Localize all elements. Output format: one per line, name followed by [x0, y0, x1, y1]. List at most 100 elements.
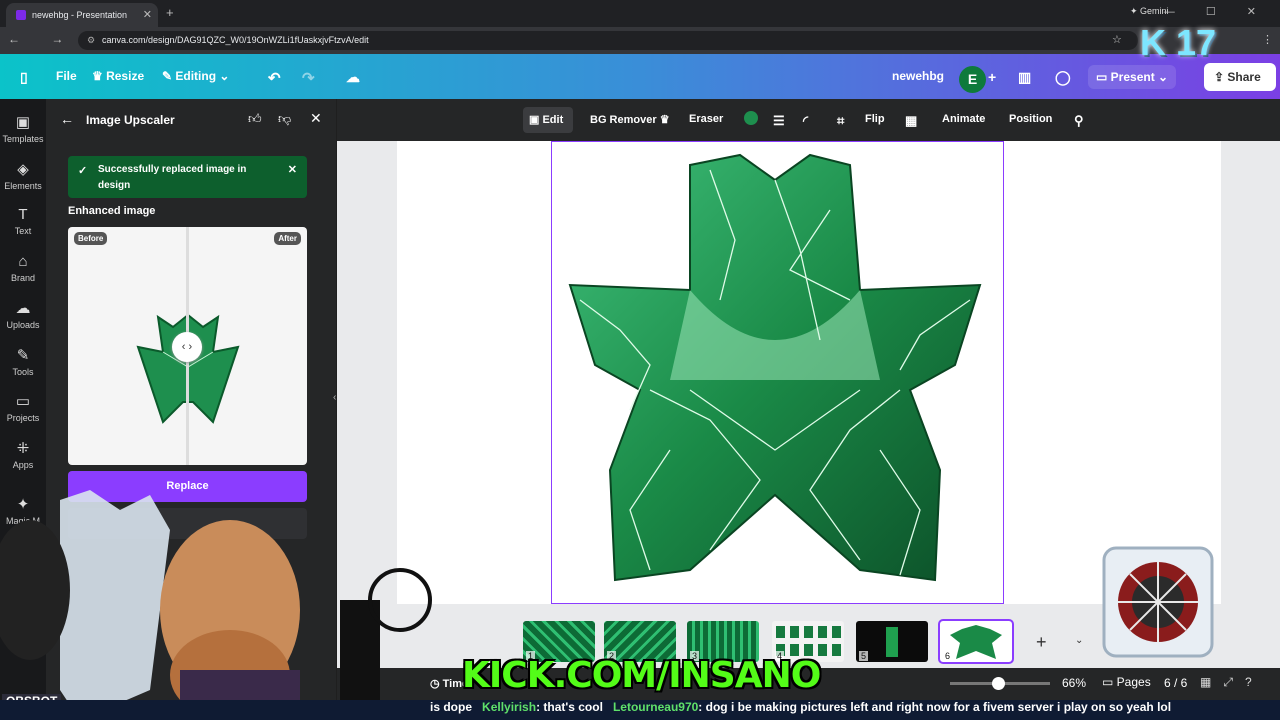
flip-button[interactable]: Flip [865, 113, 885, 125]
paint-format-icon[interactable]: ⚲ [1074, 113, 1084, 129]
thumbs-up-icon[interactable]: 👍︎ [248, 111, 262, 127]
text-icon: T [18, 206, 28, 223]
context-toolbar: ▣ Edit BG Remover ♛ Eraser ☰ ◜ ⌗ Flip ▦ … [337, 99, 1280, 141]
enhanced-image-label: Enhanced image [68, 205, 156, 217]
thumbnail-page-selected[interactable]: 6 [938, 619, 1014, 664]
selection-outline [551, 141, 1004, 604]
editing-mode-dropdown[interactable]: ✎ Editing ⌄ [162, 69, 229, 83]
page-count: 6 / 6 [1164, 676, 1188, 690]
rail-label: Text [14, 226, 32, 236]
tab-close-icon[interactable]: ✕ [143, 8, 152, 21]
close-panel-icon[interactable]: ✕ [310, 110, 322, 127]
resize-label: Resize [106, 69, 145, 83]
add-page-button[interactable]: + [1036, 632, 1047, 653]
canva-top-bar: ▯ File ♛ Resize ✎ Editing ⌄ ↶ ↷ ☁ newehb… [0, 54, 1280, 99]
color-swatch[interactable] [744, 111, 758, 125]
tab-title: newehbg - Presentation [32, 10, 128, 20]
editing-label: Editing [175, 69, 217, 83]
edit-label: Edit [542, 114, 564, 126]
rail-label: Elements [4, 181, 42, 191]
rail-elements[interactable]: ◈ Elements [0, 160, 46, 191]
dismiss-toast-icon[interactable]: ✕ [288, 162, 297, 178]
rail-projects[interactable]: ▭ Projects [0, 392, 46, 423]
brand-icon: ⌂ [18, 253, 28, 270]
bg-remover-label: BG Remover [590, 114, 657, 126]
chat-ticker: is dope Kellyirish: that's cool Letourne… [0, 700, 1280, 720]
corner-rounding-icon[interactable]: ◜ [803, 113, 808, 129]
url-field[interactable]: ⚙ canva.com/design/DAG91QZC_W0/19OnWZLi1… [78, 31, 1138, 50]
rail-label: Tools [12, 367, 34, 377]
address-bar-row: ← → ⟳ ⚙ canva.com/design/DAG91QZC_W0/19O… [0, 27, 1280, 54]
analytics-icon[interactable]: ▥ [1018, 69, 1031, 86]
transparency-icon[interactable]: ▦ [905, 113, 917, 129]
rail-templates[interactable]: ▣ Templates [0, 113, 46, 144]
rail-brand[interactable]: ⌂ Brand [0, 253, 46, 283]
before-tag: Before [74, 232, 108, 245]
browser-tab-bar: newehbg - Presentation ✕ + ✦ Gemini — ☐ … [0, 0, 1280, 27]
thumbs-down-icon[interactable]: 👎︎ [278, 111, 291, 127]
thumbnails-collapse-icon[interactable]: ⌄ [1075, 635, 1083, 646]
webcam-overlay [0, 490, 432, 720]
crop-icon[interactable]: ⌗ [837, 113, 844, 129]
share-label: Share [1227, 70, 1261, 84]
pages-label: Pages [1116, 675, 1151, 689]
resize-button[interactable]: ♛ Resize [92, 69, 144, 83]
apps-icon: ⁜ [16, 440, 30, 457]
check-icon: ✓ [78, 165, 88, 177]
gemini-button[interactable]: ✦ Gemini [1130, 6, 1169, 17]
thumb-number: 5 [859, 651, 869, 661]
avatar[interactable]: E [959, 66, 986, 93]
comment-icon[interactable]: ◯ [1055, 69, 1071, 86]
chat-msg: : dog i be making pictures left and righ… [698, 700, 1172, 714]
templates-icon: ▣ [15, 114, 31, 131]
rail-label: Uploads [6, 320, 40, 330]
eraser-button[interactable]: Eraser [689, 113, 723, 125]
before-after-preview[interactable]: Before After ‹ › [68, 227, 307, 465]
rail-text[interactable]: T Text [0, 206, 46, 236]
chat-msg: : that's cool [536, 700, 603, 714]
present-label: Present [1110, 70, 1155, 84]
redo-icon[interactable]: ↷ [302, 69, 315, 87]
success-message: Successfully replaced image in design [98, 164, 247, 191]
back-arrow-icon[interactable]: ← [60, 111, 74, 127]
chat-msg: is dope [430, 700, 473, 714]
compare-handle[interactable]: ‹ › [172, 332, 202, 362]
zoom-slider-handle[interactable] [992, 677, 1005, 690]
undo-icon[interactable]: ↶ [268, 69, 281, 87]
thumb-number: 6 [943, 651, 953, 661]
tools-icon: ✎ [16, 347, 30, 364]
position-button[interactable]: Position [1009, 113, 1052, 125]
panel-title: Image Upscaler [86, 113, 175, 127]
add-collaborator-icon[interactable]: + [988, 69, 996, 85]
window-controls[interactable]: — ☐ ✕ [1164, 5, 1270, 18]
animate-button[interactable]: Animate [942, 113, 985, 125]
bookmark-star-icon[interactable]: ☆ [1112, 33, 1122, 46]
rail-label: Projects [6, 413, 40, 423]
line-weight-icon[interactable]: ☰ [773, 113, 785, 129]
pages-button[interactable]: ▭ Pages [1102, 675, 1151, 689]
bg-remover-button[interactable]: BG Remover ♛ [590, 113, 670, 126]
new-tab-button[interactable]: + [166, 5, 174, 20]
browser-menu-icon[interactable]: ⋮ [1262, 33, 1273, 46]
edit-button[interactable]: ▣ Edit [529, 113, 563, 126]
collapse-panel-icon[interactable]: ‹ [333, 392, 336, 403]
browser-tab[interactable]: newehbg - Presentation ✕ [6, 3, 158, 27]
site-info-icon[interactable]: ⚙ [87, 35, 95, 46]
kick-url-overlay: KICK.COM/INSANO [462, 655, 821, 696]
view-icons[interactable]: ▦⤢? [1200, 675, 1264, 690]
elements-icon: ◈ [17, 161, 29, 178]
design-name[interactable]: newehbg [892, 69, 944, 83]
rail-label: Templates [2, 134, 44, 144]
rail-uploads[interactable]: ☁ Uploads [0, 299, 46, 330]
file-menu[interactable]: File [56, 69, 77, 83]
canva-favicon-icon [16, 10, 26, 20]
sidebar-toggle-icon[interactable]: ▯ [20, 69, 28, 86]
thumbnail-page[interactable]: 5 [856, 621, 928, 662]
rail-tools[interactable]: ✎ Tools [0, 346, 46, 377]
zoom-level[interactable]: 66% [1062, 676, 1086, 690]
rail-apps[interactable]: ⁜ Apps [0, 439, 46, 470]
uploads-icon: ☁ [15, 300, 31, 317]
cloud-save-icon[interactable]: ☁ [346, 69, 360, 86]
rail-label: Apps [12, 460, 34, 470]
projects-icon: ▭ [15, 393, 31, 410]
